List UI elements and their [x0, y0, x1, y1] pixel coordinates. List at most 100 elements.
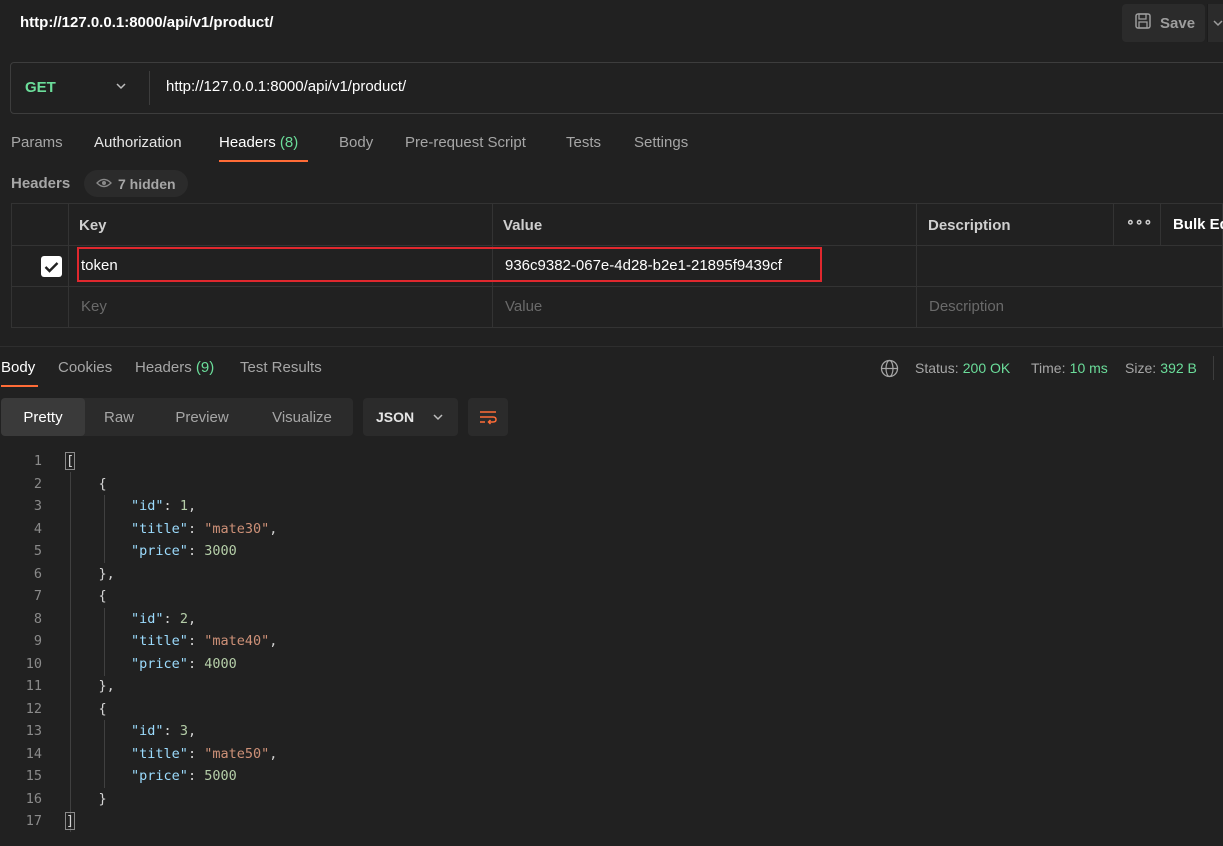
product-price: 4000 — [204, 655, 237, 672]
annotation-highlight-box — [77, 247, 822, 282]
line-number: 13 — [25, 723, 42, 739]
line-number: 16 — [25, 790, 42, 807]
code-line: "id": 2, — [131, 610, 197, 627]
code-line: { — [66, 475, 107, 492]
save-button[interactable]: Save — [1122, 4, 1205, 42]
code-line: "price": 5000 — [131, 768, 237, 784]
view-mode-group: Pretty Raw Preview Visualize — [1, 398, 353, 436]
product-id: 1 — [179, 498, 188, 514]
globe-icon[interactable] — [880, 359, 899, 382]
code-line: }, — [66, 678, 115, 694]
size-value: 392 B — [1160, 360, 1197, 376]
new-value-input[interactable]: Value — [505, 298, 542, 315]
line-number: 8 — [33, 610, 42, 627]
response-tab-test-results[interactable]: Test Results — [240, 359, 322, 376]
url-input[interactable]: http://127.0.0.1:8000/api/v1/product/ — [166, 78, 406, 95]
status-label: Status: — [915, 360, 959, 376]
save-icon — [1134, 12, 1152, 34]
line-number: 15 — [25, 768, 42, 784]
response-tab-headers[interactable]: Headers (9) — [135, 359, 214, 376]
line-number: 6 — [33, 565, 42, 582]
url-divider — [149, 71, 150, 105]
method-select[interactable]: GET — [25, 79, 56, 96]
tab-headers-count: (8) — [279, 134, 299, 151]
column-header-key: Key — [79, 217, 107, 234]
response-tab-headers-label: Headers — [135, 359, 192, 376]
tab-body[interactable]: Body — [339, 134, 373, 151]
line-number: 11 — [25, 678, 42, 694]
chevron-down-icon — [433, 414, 443, 421]
header-enabled-checkbox[interactable] — [41, 256, 62, 277]
line-number: 4 — [33, 520, 42, 537]
hidden-headers-toggle[interactable]: 7 hidden — [84, 170, 188, 197]
code-line: { — [66, 700, 107, 717]
product-id: 2 — [179, 610, 188, 627]
line-number: 7 — [33, 588, 42, 604]
response-tab-cookies[interactable]: Cookies — [58, 359, 112, 376]
line-number: 5 — [33, 543, 42, 559]
status-divider — [1213, 356, 1214, 380]
tab-params[interactable]: Params — [11, 134, 63, 151]
code-line: "price": 3000 — [131, 543, 237, 559]
size-readout[interactable]: Size: 392 B — [1125, 360, 1197, 377]
new-description-input[interactable]: Description — [929, 298, 1004, 315]
code-line: "price": 4000 — [131, 655, 237, 672]
code-line: "id": 1, — [131, 498, 197, 514]
checkmark-icon — [44, 261, 59, 273]
headers-table: Key Value Description ∘∘∘ Bulk Edit toke… — [11, 203, 1223, 328]
product-id: 3 — [179, 723, 188, 739]
bulk-edit-link[interactable]: Bulk Edit — [1173, 216, 1223, 233]
code-line: "title": "mate50", — [131, 745, 278, 762]
code-line: [ — [64, 452, 76, 470]
tab-pre-request-script[interactable]: Pre-request Script — [405, 134, 526, 151]
tab-headers-label: Headers — [219, 134, 276, 151]
time-label: Time: — [1031, 360, 1066, 376]
format-label: JSON — [376, 409, 415, 425]
active-tab-indicator — [219, 160, 308, 162]
hidden-count: 7 hidden — [118, 175, 176, 192]
view-visualize[interactable]: Visualize — [251, 398, 353, 436]
product-price: 5000 — [204, 768, 237, 784]
tab-tests[interactable]: Tests — [566, 134, 601, 151]
line-number: 14 — [25, 745, 42, 762]
product-title: "mate40" — [204, 633, 270, 649]
product-title: "mate30" — [204, 520, 270, 537]
more-options-icon[interactable]: ∘∘∘ — [1126, 213, 1152, 230]
status-value: 200 OK — [962, 360, 1011, 376]
save-label: Save — [1160, 14, 1196, 32]
tab-authorization[interactable]: Authorization — [94, 134, 182, 151]
headers-section-label: Headers — [11, 175, 71, 192]
tab-headers[interactable]: Headers (8) — [219, 134, 298, 151]
product-price: 3000 — [204, 543, 237, 559]
tab-settings[interactable]: Settings — [634, 134, 688, 151]
response-divider — [0, 346, 1223, 347]
eye-icon — [96, 176, 112, 192]
url-bar: GET http://127.0.0.1:8000/api/v1/product… — [10, 62, 1223, 114]
size-label: Size: — [1125, 360, 1157, 376]
new-key-input[interactable]: Key — [81, 298, 107, 315]
line-number: 3 — [33, 498, 42, 514]
time-readout[interactable]: Time: 10 ms — [1031, 360, 1108, 377]
product-title: "mate50" — [204, 745, 270, 762]
line-number: 17 — [25, 813, 42, 829]
code-line: } — [66, 790, 107, 807]
code-line: "id": 3, — [131, 723, 197, 739]
line-number: 9 — [33, 633, 42, 649]
code-line: }, — [66, 565, 115, 582]
view-preview[interactable]: Preview — [153, 398, 251, 436]
line-number: 12 — [25, 700, 42, 717]
save-options-chevron-icon[interactable] — [1207, 4, 1223, 42]
code-line: "title": "mate40", — [131, 633, 278, 649]
status-readout[interactable]: Status: 200 OK — [915, 360, 1010, 377]
chevron-down-icon[interactable] — [115, 80, 127, 95]
response-active-tab-indicator — [1, 385, 38, 387]
format-select[interactable]: JSON — [363, 398, 458, 436]
view-raw[interactable]: Raw — [85, 398, 153, 436]
wrap-lines-icon[interactable] — [468, 398, 508, 436]
line-number: 2 — [33, 475, 42, 492]
request-title[interactable]: http://127.0.0.1:8000/api/v1/product/ — [20, 14, 273, 31]
code-line: { — [66, 588, 107, 604]
view-pretty[interactable]: Pretty — [1, 398, 85, 436]
response-tab-body[interactable]: Body — [1, 359, 35, 376]
line-number: 1 — [33, 453, 42, 469]
